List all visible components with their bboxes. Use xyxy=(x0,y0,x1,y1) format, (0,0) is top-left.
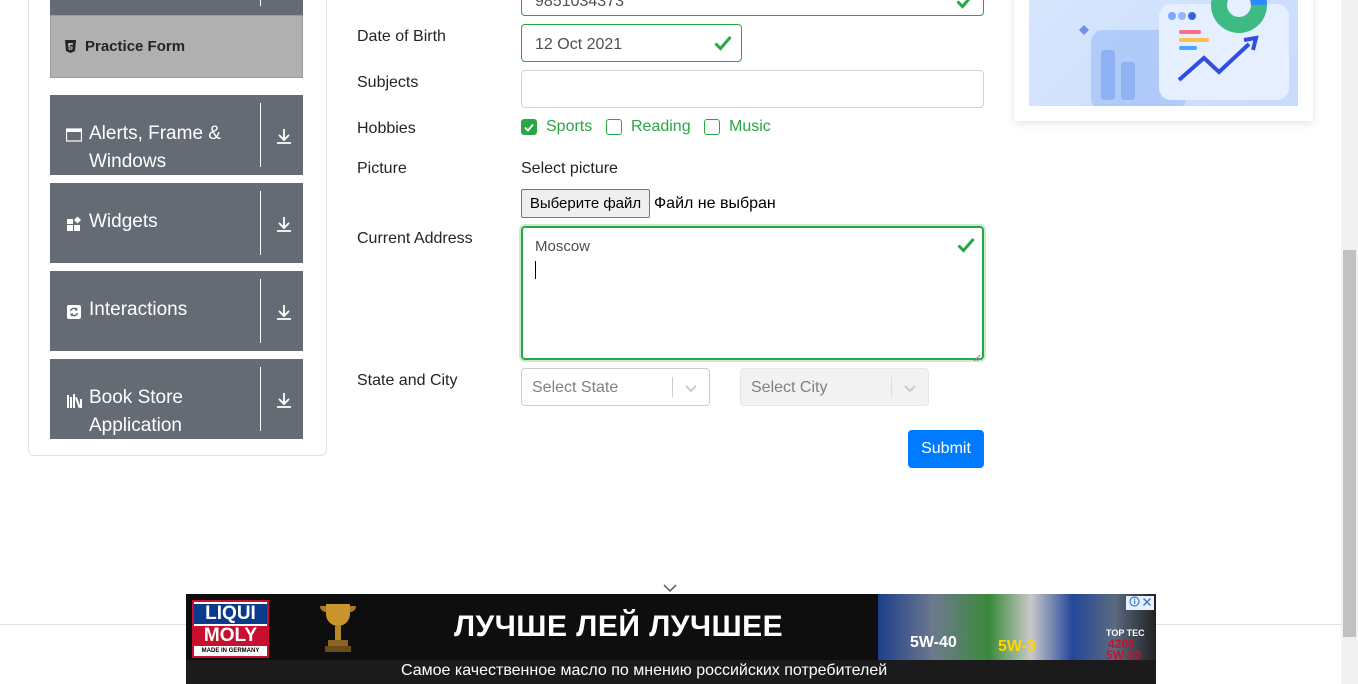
close-icon[interactable] xyxy=(1142,594,1152,612)
hobby-sports-checkbox[interactable]: Sports xyxy=(521,118,592,136)
chevron-down-icon[interactable] xyxy=(902,381,918,395)
check-icon xyxy=(957,237,975,253)
state-select[interactable]: Select State xyxy=(521,368,710,406)
check-icon xyxy=(714,35,732,51)
sidebar-group-forms[interactable] xyxy=(50,0,303,15)
submit-button[interactable]: Submit xyxy=(908,430,984,468)
sidebar-group-label-line2: Application xyxy=(89,415,182,436)
checkbox-icon[interactable] xyxy=(606,119,622,135)
check-icon xyxy=(956,0,974,9)
sidebar-group-interactions[interactable]: Interactions xyxy=(50,271,303,351)
sidebar-group-label: Alerts, Frame & xyxy=(89,123,221,144)
resize-grip-icon[interactable] xyxy=(973,349,981,362)
sidebar-group-alerts[interactable]: Alerts, Frame & Windows xyxy=(50,95,303,175)
city-select[interactable]: Select City xyxy=(740,368,929,406)
sidebar-group-book-store[interactable]: Book Store Application xyxy=(50,359,303,439)
download-arrow-icon[interactable] xyxy=(275,127,293,145)
can-label-1: 5W-40 xyxy=(910,634,957,651)
download-arrow-icon[interactable] xyxy=(275,303,293,321)
html5-icon xyxy=(65,40,76,53)
sync-icon xyxy=(66,304,82,320)
text-caret xyxy=(535,261,536,279)
advertisement-banner[interactable]: LIQUI MOLY MADE IN GERMANY ЛУЧШЕ ЛЕЙ ЛУЧ… xyxy=(186,594,1156,684)
state-city-label: State and City xyxy=(357,372,458,389)
hobbies-label: Hobbies xyxy=(357,120,416,137)
sidebar-group-label-line2: Windows xyxy=(89,151,167,172)
ad-subline: Самое качественное масло по мнению росси… xyxy=(401,662,888,679)
state-placeholder: Select State xyxy=(532,379,619,396)
hobby-label: Reading xyxy=(631,118,691,135)
dob-input[interactable]: 12 Oct 2021 xyxy=(521,24,742,62)
address-textarea[interactable]: Moscow xyxy=(521,226,984,362)
ad-close-button[interactable] xyxy=(1126,596,1154,610)
sidebar-group-widgets[interactable]: Widgets xyxy=(50,183,303,263)
ad-headline: ЛУЧШЕ ЛЕЙ ЛУЧШЕЕ xyxy=(454,610,784,643)
checkbox-icon[interactable] xyxy=(704,119,720,135)
choose-file-button[interactable]: Выберите файл xyxy=(521,189,650,218)
window-icon xyxy=(65,127,83,143)
books-icon xyxy=(66,393,82,409)
brand-tag: MADE IN GERMANY xyxy=(201,648,260,654)
picture-label: Picture xyxy=(357,160,407,177)
download-arrow-icon[interactable] xyxy=(275,391,293,409)
sidebar-group-label: Book Store xyxy=(89,387,183,408)
file-status: Файл не выбран xyxy=(654,195,776,212)
info-icon[interactable] xyxy=(1128,594,1140,612)
dob-label: Date of Birth xyxy=(357,28,446,45)
subjects-input[interactable] xyxy=(521,70,984,108)
widgets-icon xyxy=(66,216,82,232)
hobby-music-checkbox[interactable]: Music xyxy=(704,118,771,136)
address-label: Current Address xyxy=(357,230,473,247)
promo-illustration[interactable] xyxy=(1029,0,1298,106)
brand-logo: LIQUI MOLY MADE IN GERMANY xyxy=(192,600,269,658)
hobby-reading-checkbox[interactable]: Reading xyxy=(606,118,691,136)
hobby-label: Music xyxy=(729,118,771,135)
brand-line1: LIQUI xyxy=(194,604,267,624)
address-value: Moscow xyxy=(535,238,591,255)
city-placeholder: Select City xyxy=(751,379,828,396)
download-arrow-icon[interactable] xyxy=(275,215,293,233)
dob-value: 12 Oct 2021 xyxy=(535,36,623,53)
brand-line2: MOLY xyxy=(194,626,267,646)
mobile-value: 9851034373 xyxy=(535,0,624,10)
can-label-2: 5W-3 xyxy=(998,638,1036,655)
sidebar-group-label: Interactions xyxy=(89,299,188,320)
mobile-field[interactable]: 9851034373 xyxy=(521,0,984,16)
chevron-down-icon[interactable] xyxy=(662,580,678,593)
picture-hint: Select picture xyxy=(521,160,618,177)
chevron-down-icon[interactable] xyxy=(683,381,699,395)
subjects-label: Subjects xyxy=(357,74,419,91)
sidebar-item-label: Practice Form xyxy=(85,38,186,55)
hobby-label: Sports xyxy=(546,118,593,135)
sidebar-group-label: Widgets xyxy=(89,211,158,232)
checkbox-checked-icon[interactable] xyxy=(521,119,537,135)
trophy-icon xyxy=(316,600,360,656)
sidebar-item-practice-form[interactable]: Practice Form xyxy=(50,15,303,78)
scrollbar-thumb[interactable] xyxy=(1343,250,1356,637)
